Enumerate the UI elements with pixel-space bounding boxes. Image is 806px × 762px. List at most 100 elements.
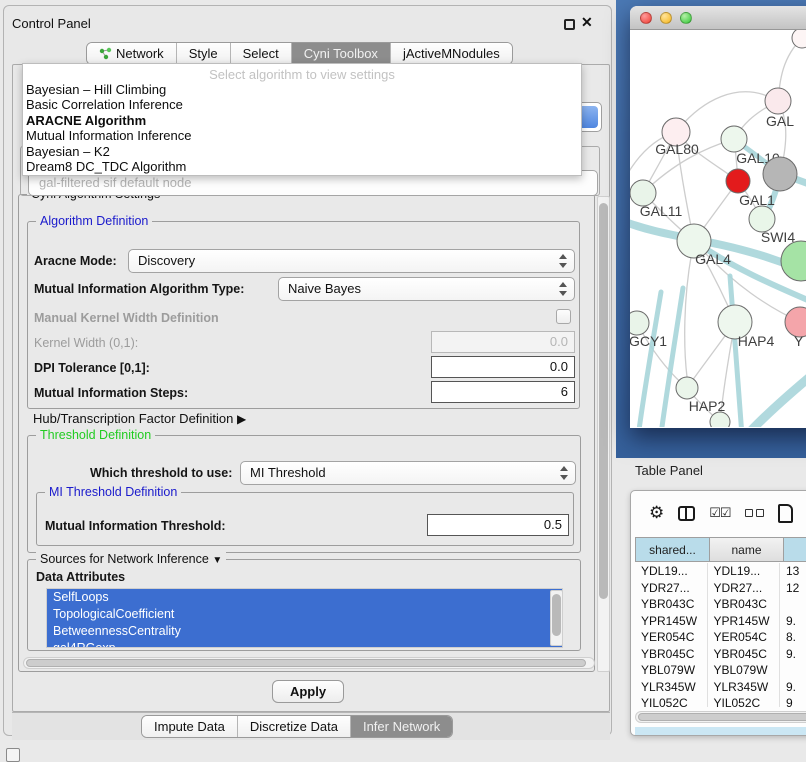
- algorithm-dropdown-list[interactable]: Select algorithm to view settings Bayesi…: [22, 63, 582, 176]
- tab-style[interactable]: Style: [176, 43, 230, 64]
- network-node[interactable]: [726, 169, 750, 193]
- collapse-arrow-icon[interactable]: ▼: [212, 555, 222, 566]
- table-row[interactable]: YBL079WYBL079W: [635, 662, 806, 679]
- table-row[interactable]: YPR145WYPR145W9.: [635, 613, 806, 630]
- table-row[interactable]: YDL19...YDL19...13: [635, 563, 806, 580]
- table-cell: YIL052C: [635, 695, 708, 707]
- table-cell: 12: [780, 580, 806, 597]
- split-columns-icon[interactable]: [678, 506, 695, 521]
- table-cell: YDR27...: [635, 580, 708, 597]
- algorithm-option[interactable]: Mutual Information Inference: [23, 128, 581, 143]
- dpi-tolerance-label: DPI Tolerance [0,1]:: [34, 361, 150, 375]
- table-cell: YBL079W: [635, 662, 708, 679]
- algorithm-option[interactable]: Bayesian – Hill Climbing: [23, 82, 581, 97]
- aracne-mode-combobox[interactable]: Discovery: [128, 249, 575, 273]
- algorithm-option[interactable]: Basic Correlation Inference: [23, 97, 581, 112]
- network-node[interactable]: [721, 126, 747, 152]
- settings-gear-icon[interactable]: ⚙: [649, 503, 664, 523]
- tab-network[interactable]: Network: [87, 43, 176, 64]
- mi-threshold-input[interactable]: 0.5: [427, 514, 569, 536]
- data-attribute-item[interactable]: SelfLoops: [47, 589, 562, 606]
- table-cell: 8.: [780, 629, 806, 646]
- control-panel-title: Control Panel: [12, 16, 91, 31]
- which-threshold-combobox[interactable]: MI Threshold: [240, 461, 576, 485]
- algorithm-option[interactable]: ARACNE Algorithm: [23, 113, 581, 128]
- dpi-tolerance-input[interactable]: 0.0: [431, 356, 575, 378]
- table-hscrollbar[interactable]: [635, 711, 806, 723]
- network-node-label: GAL1: [739, 192, 775, 208]
- float-panel-icon[interactable]: [564, 19, 575, 30]
- cyni-bottom-tabbar: Impute Data Discretize Data Infer Networ…: [141, 715, 453, 738]
- hub-definition-label: Hub/Transcription Factor Definition: [33, 411, 233, 426]
- column-header-name[interactable]: name: [709, 538, 783, 561]
- tab-discretize-data[interactable]: Discretize Data: [237, 716, 350, 737]
- select-all-icon[interactable]: ☑☑: [709, 505, 730, 521]
- data-attributes-list[interactable]: SelfLoopsTopologicalCoefficientBetweenne…: [46, 588, 563, 648]
- algorithm-option[interactable]: Dream8 DC_TDC Algorithm: [23, 159, 581, 174]
- data-attribute-item[interactable]: BetweennessCentrality: [47, 623, 562, 640]
- table-row[interactable]: YER054CYER054C8.: [635, 629, 806, 646]
- document-icon[interactable]: [778, 504, 793, 523]
- close-traffic-light-icon[interactable]: [640, 12, 652, 24]
- table-row[interactable]: YBR043CYBR043C: [635, 596, 806, 613]
- data-attribute-item[interactable]: TopologicalCoefficient: [47, 606, 562, 623]
- network-node[interactable]: [792, 30, 806, 48]
- network-canvas[interactable]: GALGAL80GAL10GAL1GAL11SWI4GAL4GCY1HAP4YH…: [630, 30, 806, 427]
- table-header: shared... name: [635, 537, 806, 562]
- settings-hscrollbar[interactable]: [23, 657, 595, 669]
- column-header-shared[interactable]: shared...: [635, 538, 709, 561]
- tab-select[interactable]: Select: [230, 43, 291, 64]
- manual-kernel-checkbox[interactable]: [556, 309, 571, 324]
- table-panel-window: ⚙ ☑☑ shared... name YDL19...YDL19...13YD…: [630, 490, 806, 736]
- sources-group-title[interactable]: Sources for Network Inference ▼: [36, 552, 226, 566]
- table-row[interactable]: YDR27...YDR27...12: [635, 580, 806, 597]
- network-node[interactable]: [765, 88, 791, 114]
- network-node[interactable]: [781, 241, 806, 281]
- minimized-panel-icon[interactable]: [6, 748, 20, 762]
- network-node[interactable]: [710, 412, 730, 427]
- tab-label: jActiveMNodules: [403, 43, 500, 64]
- attributes-scrollbar[interactable]: [550, 590, 563, 646]
- table-row[interactable]: YBR045CYBR045C9.: [635, 646, 806, 663]
- network-window-titlebar[interactable]: [630, 6, 806, 30]
- tab-impute-data[interactable]: Impute Data: [142, 716, 237, 737]
- table-body: YDL19...YDL19...13YDR27...YDR27...12YBR0…: [635, 563, 806, 707]
- tab-infer-network[interactable]: Infer Network: [350, 716, 452, 737]
- algorithm-definition-title: Algorithm Definition: [36, 214, 152, 228]
- tab-label: Select: [243, 43, 279, 64]
- zoom-traffic-light-icon[interactable]: [680, 12, 692, 24]
- algorithm-option[interactable]: Bayesian – K2: [23, 144, 581, 159]
- table-footer-strip: [635, 727, 806, 736]
- minimize-traffic-light-icon[interactable]: [660, 12, 672, 24]
- tab-cyni-toolbox[interactable]: Cyni Toolbox: [291, 43, 390, 64]
- close-panel-icon[interactable]: ✕: [581, 14, 593, 31]
- algorithm-definition-group: Algorithm Definition Aracne Mode: Discov…: [27, 221, 580, 409]
- network-node[interactable]: [676, 377, 698, 399]
- kernel-width-input[interactable]: 0.0: [431, 331, 575, 353]
- table-cell: [780, 596, 806, 613]
- apply-button[interactable]: Apply: [272, 680, 344, 703]
- column-header-extra[interactable]: [783, 538, 806, 561]
- tab-label: Style: [189, 43, 218, 64]
- mi-type-combobox[interactable]: Naive Bayes: [278, 277, 575, 301]
- table-cell: YDR27...: [708, 580, 781, 597]
- table-cell: [780, 662, 806, 679]
- tab-label: Impute Data: [154, 716, 225, 737]
- expand-arrow-icon[interactable]: ▶: [237, 412, 246, 426]
- tab-label: Infer Network: [363, 716, 440, 737]
- table-row[interactable]: YIL052CYIL052C9: [635, 695, 806, 707]
- tab-jactivemnodules[interactable]: jActiveMNodules: [390, 43, 512, 64]
- table-cell: YDL19...: [635, 563, 708, 580]
- table-cell: 9.: [780, 646, 806, 663]
- data-attribute-item[interactable]: gal4RGexp: [47, 640, 562, 648]
- mi-steps-input[interactable]: 6: [431, 381, 575, 403]
- hub-definition-toggle[interactable]: Hub/Transcription Factor Definition ▶: [33, 411, 246, 426]
- network-node[interactable]: [630, 311, 649, 335]
- table-cell: 9: [780, 695, 806, 707]
- network-node[interactable]: [763, 157, 797, 191]
- stepper-icon: [558, 282, 567, 296]
- table-row[interactable]: YLR345WYLR345W9.: [635, 679, 806, 696]
- table-cell: YLR345W: [635, 679, 708, 696]
- settings-vscrollbar[interactable]: [597, 196, 610, 672]
- deselect-all-icon[interactable]: [745, 509, 764, 517]
